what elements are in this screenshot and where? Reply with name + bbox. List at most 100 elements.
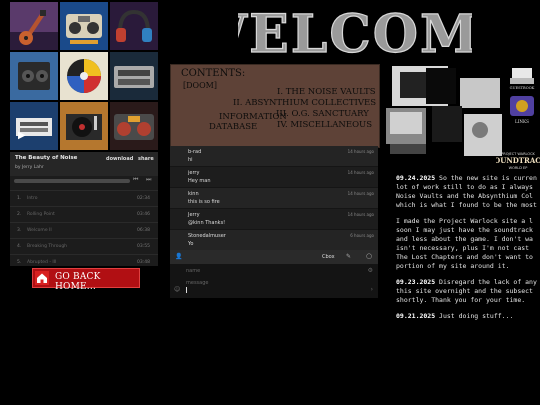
track-duration: 03:48 [137,260,150,265]
refresh-icon[interactable]: ○ [366,252,372,260]
news-date: 09.23.2025 [396,278,436,286]
news-post: 09.23.2025 Disregard the lack of any thi… [396,278,540,305]
cassette-art: ▶ [10,102,58,150]
track-row[interactable]: 2. Rolling Point 03:46 [10,206,158,222]
contents-title: CONTENTS: [181,68,246,79]
name-input[interactable]: name [186,268,200,274]
download-button[interactable]: download [106,156,133,162]
prev-icon[interactable]: ⏮ [133,176,138,184]
database-link[interactable]: DATABASE [209,122,257,132]
contents-item-absynthium[interactable]: II. ABSYNTHIUM COLLECTIVES [233,98,376,108]
pw-label-3: WORLD EP [509,166,528,170]
share-button[interactable]: share [138,156,154,162]
album-artist: by Jerry Lahr [15,165,44,170]
chat-message: Jerry @kinn Thanks! 14 hours ago [170,209,378,230]
track-row[interactable]: 4. Breaking Through 03:55 [10,238,158,254]
next-icon[interactable]: ⏭ [146,176,151,184]
chat-user[interactable]: kinn [188,191,199,197]
news-line: I made the Project Warlock site a l [396,217,533,225]
chat-time: 14 hours ago [347,191,374,196]
news-line: soon I may just have the soundtrack [396,226,533,234]
chat-time: 14 hours ago [347,212,374,217]
news-post: I made the Project Warlock site a l soon… [396,217,540,271]
chat-user[interactable]: jerry [188,170,199,176]
player-header: The Beauty of Noise by Jerry Lahr downlo… [10,152,158,176]
message-input[interactable]: message [186,280,208,286]
news-date: 09.21.2025 [396,312,436,320]
speaker-art [10,52,58,100]
links-link[interactable]: LINKS [506,94,538,126]
go-back-home-label: GO BACK HOME... [55,272,101,292]
news-line: and less about the game. I don't wa [396,235,533,243]
progress-bar[interactable] [14,179,130,183]
guestbook-link[interactable]: GUESTBOOK [506,66,538,92]
news-line: this site overnight and the subsect [396,287,533,295]
track-number: 4. [17,244,22,249]
track-duration: 03:55 [137,244,150,249]
information-link[interactable]: INFORMATION [219,112,287,122]
news-line: So the new site is curren [435,174,537,182]
links-label: LINKS [515,119,529,124]
track-list: 1. Intro 02:34 2. Rolling Point 03:46 3. Welc… [10,190,158,270]
news-line: The Lost Chapters and don't want to [396,253,533,261]
chat-user[interactable]: Jerry [188,212,200,218]
cbox-label[interactable]: Cbox [322,254,335,260]
news-line: portion of my site around it. [396,262,510,270]
news-line: Just doing stuff... [435,312,514,320]
contents-panel: CONTENTS: [DOOM] I. THE NOISE VAULTS II.… [170,64,380,148]
radio-art [110,102,158,150]
chat-messages: b-rad hi 14 hours ago jerry Hey man 14 hours… [170,146,378,251]
chat-message: Stonedalmuser Yo 6 hours ago [170,230,378,251]
chat-text: hi [188,157,193,163]
pw-label-2: SOUNDTRACK [496,156,540,165]
chat-time: 14 hours ago [347,170,374,175]
project-warlock-link[interactable]: PROJECT WARLOCK SOUNDTRACK WORLD EP [496,150,540,172]
send-icon[interactable]: › [371,286,373,293]
news-post: 09.24.2025 So the new site is curren lot… [396,174,540,210]
chat-text: Hey man [188,178,211,184]
chat-text: this is so fire [188,199,220,205]
go-back-home-button[interactable]: GO BACK HOME... [32,268,140,292]
doom-link[interactable]: [DOOM] [183,81,217,90]
track-title: Rolling Point [27,212,55,217]
guitar-art [10,2,58,50]
track-title: Abrupted - III [27,260,57,265]
contents-item-miscellaneous[interactable]: IV. MISCELLANEOUS [277,120,372,130]
chat-text: @kinn Thanks! [188,220,226,226]
contents-item-og-sanctuary[interactable]: III. O.G. SANCTUARY [276,109,369,119]
track-title: Breaking Through [27,244,68,249]
boombox-art [60,2,108,50]
news-line: Disregard the lack of any [435,278,537,286]
emoji-icon[interactable]: ☺ [174,286,180,293]
track-duration: 03:46 [137,212,150,217]
track-number: 1. [17,196,22,201]
guestbook-label: GUESTBOOK [510,86,535,90]
track-row[interactable]: 1. Intro 02:34 [10,190,158,206]
home-icon [35,271,49,285]
user-icon[interactable]: 👤 [175,253,182,260]
contents-item-noise-vaults[interactable]: I. THE NOISE VAULTS [277,87,376,97]
edit-icon[interactable]: ✎ [346,253,351,260]
settings-icon[interactable]: ⚙ [368,267,373,274]
play-icon[interactable]: ▶ [18,130,26,141]
record-art [60,52,108,100]
chat-time: 14 hours ago [347,149,374,154]
collage-area: GUESTBOOK LINKS PROJECT WARLOCK SOUNDTRA… [386,64,540,172]
track-row[interactable]: 3. Welcome II 06:38 [10,222,158,238]
chat-user[interactable]: b-rad [188,149,201,155]
track-number: 2. [17,212,22,217]
chat-user[interactable]: Stonedalmuser [188,233,226,239]
news-post: 09.21.2025 Just doing stuff... [396,312,540,321]
track-number: 5. [17,260,22,265]
welcome-text: WELCOME [238,4,472,60]
headphones-art [110,2,158,50]
chat-message: b-rad hi 14 hours ago [170,146,378,167]
chat-toolbar: 👤 Cbox ✎ ○ [170,250,378,264]
text-cursor [186,287,187,293]
news-line: shortly. Thank you for your time. [396,296,526,304]
track-title: Welcome II [27,228,52,233]
track-title: Intro [27,196,38,201]
chat-text: Yo [188,241,194,247]
chat-time: 6 hours ago [350,233,374,238]
chat-form: name ⚙ message ☺ › [170,264,378,298]
